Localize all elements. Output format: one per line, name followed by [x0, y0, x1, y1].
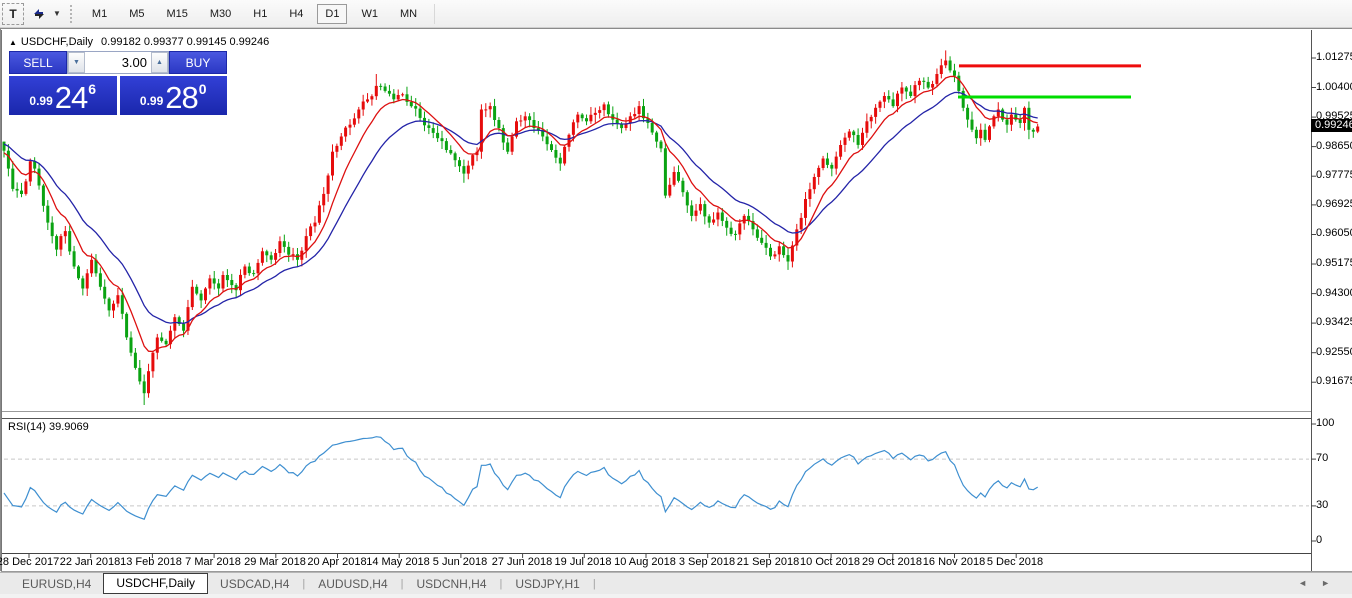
chart-window: ▲ USDCHF,Daily 0.99182 0.99377 0.99145 0.9… [0, 28, 1352, 571]
tab-separator: | [593, 578, 596, 590]
ohlc-values: 0.99182 0.99377 0.99145 0.99246 [101, 36, 269, 48]
date-axis-label: 14 May 2018 [366, 556, 430, 568]
buy-price-main: 28 [165, 84, 197, 112]
date-axis-label: 19 Jul 2018 [555, 556, 612, 568]
symbol-timeframe-label: USDCHF,Daily [21, 36, 93, 48]
toolbar-grip [70, 5, 75, 23]
chart-tab-usdcad[interactable]: USDCAD,H4 [208, 575, 301, 593]
date-axis-label: 21 Sep 2018 [737, 556, 799, 568]
sell-price-main: 24 [55, 84, 87, 112]
chart-tab-usdjpy[interactable]: USDJPY,H1 [503, 575, 591, 593]
sell-button[interactable]: SELL [9, 51, 67, 74]
buy-price-pip: 0 [199, 81, 207, 97]
timeframe-buttons: M1 M5 M15 M30 H1 H4 D1 W1 MN [81, 4, 428, 24]
date-axis-label: 7 Mar 2018 [185, 556, 241, 568]
chart-title: ▲ USDCHF,Daily 0.99182 0.99377 0.99145 0.9… [9, 36, 269, 48]
timeframe-button-h1[interactable]: H1 [245, 4, 275, 24]
price-axis-label: 0.93425 [1316, 316, 1352, 328]
collapse-triangle-icon[interactable]: ▲ [9, 38, 17, 47]
timeframe-button-mn[interactable]: MN [392, 4, 425, 24]
timeframe-button-w1[interactable]: W1 [353, 4, 386, 24]
chart-tab-eurusd[interactable]: EURUSD,H4 [10, 575, 103, 593]
timeframe-button-m1[interactable]: M1 [84, 4, 115, 24]
chart-tab-usdcnh[interactable]: USDCNH,H4 [404, 575, 498, 593]
date-axis-label: 13 Feb 2018 [120, 556, 182, 568]
rsi-axis-label: 30 [1316, 499, 1328, 511]
timeframe-button-m5[interactable]: M5 [121, 4, 152, 24]
date-axis-label: 28 Dec 2017 [0, 556, 59, 568]
price-axis-label: 0.91675 [1316, 375, 1352, 387]
date-axis-label: 10 Aug 2018 [614, 556, 676, 568]
tab-scroll-arrows[interactable]: ◄► [1298, 578, 1344, 588]
price-axis-label: 0.92550 [1316, 346, 1352, 358]
date-axis-label: 5 Jun 2018 [433, 556, 487, 568]
price-axis-label: 0.96050 [1316, 227, 1352, 239]
price-axis-label: 1.01275 [1316, 51, 1352, 63]
date-axis-label: 29 Mar 2018 [244, 556, 306, 568]
price-axis-label: 0.97775 [1316, 169, 1352, 181]
buy-button[interactable]: BUY [169, 51, 227, 74]
timeframe-button-d1[interactable]: D1 [317, 4, 347, 24]
tool-dropdown-caret-icon[interactable]: ▼ [53, 9, 61, 18]
rsi-axis-label: 100 [1316, 417, 1334, 429]
timeframe-button-h4[interactable]: H4 [281, 4, 311, 24]
rsi-axis-label: 70 [1316, 452, 1328, 464]
sell-price-pip: 6 [88, 81, 96, 97]
date-axis-label: 10 Oct 2018 [800, 556, 860, 568]
status-bar-edge [0, 594, 1352, 598]
date-axis-label: 16 Nov 2018 [923, 556, 985, 568]
toolbar-separator [434, 4, 435, 24]
volume-input[interactable]: 3.00 [85, 52, 151, 73]
sell-price-tile[interactable]: 0.99 24 6 [9, 76, 117, 115]
date-axis-label: 20 Apr 2018 [307, 556, 366, 568]
date-axis-label: 29 Oct 2018 [862, 556, 922, 568]
rsi-indicator-label: RSI(14) 39.9069 [8, 421, 89, 433]
arrows-tool-icon[interactable] [28, 3, 50, 25]
volume-decrease-button[interactable]: ▼ [68, 52, 85, 73]
buy-price-prefix: 0.99 [140, 94, 163, 108]
chart-tab-usdchf[interactable]: USDCHF,Daily [103, 573, 208, 594]
chart-tab-audusd[interactable]: AUDUSD,H4 [306, 575, 399, 593]
price-axis-label: 0.96925 [1316, 198, 1352, 210]
toolbar: T ▼ M1 M5 M15 M30 H1 H4 D1 W1 MN [0, 0, 1352, 28]
price-axis-label: 0.94300 [1316, 287, 1352, 299]
timeframe-button-m30[interactable]: M30 [202, 4, 239, 24]
tab-separator: | [302, 578, 305, 590]
current-price-box: 0.99246 [1311, 119, 1352, 132]
tab-separator: | [500, 578, 503, 590]
rsi-axis-label: 0 [1316, 534, 1322, 546]
volume-spinner: ▼ 3.00 ▲ [67, 51, 169, 74]
price-axis-label: 1.00400 [1316, 81, 1352, 93]
price-axis-label: 0.95175 [1316, 257, 1352, 269]
buy-price-tile[interactable]: 0.99 28 0 [120, 76, 228, 115]
date-axis-label: 3 Sep 2018 [679, 556, 735, 568]
price-axis-label: 0.98650 [1316, 140, 1352, 152]
sell-price-prefix: 0.99 [29, 94, 52, 108]
date-axis-label: 22 Jan 2018 [60, 556, 121, 568]
text-label-tool-icon[interactable]: T [2, 3, 24, 25]
volume-increase-button[interactable]: ▲ [151, 52, 168, 73]
tab-separator: | [401, 578, 404, 590]
chart-tabs-bar: EURUSD,H4USDCHF,DailyUSDCAD,H4|AUDUSD,H4… [0, 572, 1352, 594]
one-click-trading-panel: SELL ▼ 3.00 ▲ BUY 0.99 24 6 0.99 28 0 [9, 51, 227, 115]
date-axis-label: 27 Jun 2018 [492, 556, 553, 568]
timeframe-button-m15[interactable]: M15 [158, 4, 195, 24]
date-axis-label: 5 Dec 2018 [987, 556, 1043, 568]
trading-platform: T ▼ M1 M5 M15 M30 H1 H4 D1 W1 MN ▲ USDCHF,Daily 0.… [0, 0, 1352, 598]
